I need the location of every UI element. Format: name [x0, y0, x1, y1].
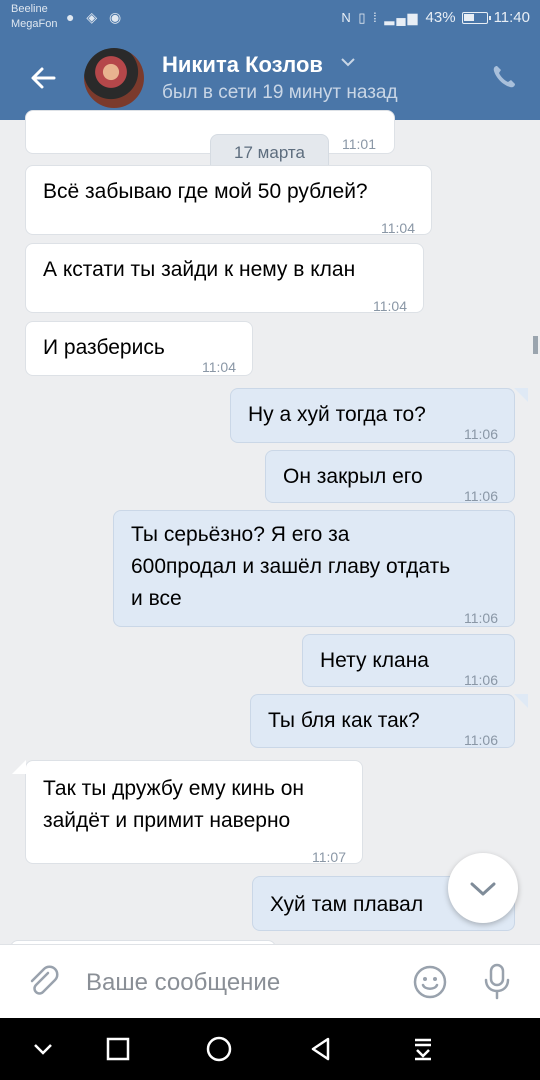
message-time: 11:06	[464, 488, 498, 504]
message-text: Всё забываю где мой 50 рублей?	[43, 180, 368, 203]
message-outgoing[interactable]: Ну а хуй тогда то? 11:06	[230, 388, 515, 443]
avatar[interactable]	[84, 48, 144, 108]
message-text: И разберись	[43, 336, 165, 359]
message-text: Он закрыл его	[283, 465, 423, 488]
message-incoming[interactable]: Всё забываю где мой 50 рублей? 11:04	[25, 165, 432, 236]
message-time: 11:04	[373, 298, 407, 314]
scroll-down-icon	[470, 882, 496, 896]
message-text: Ну а хуй тогда то?	[248, 403, 426, 426]
message-text: Нету клана	[320, 649, 429, 672]
battery-percent: 43%	[425, 9, 456, 26]
message-time: 11:01	[342, 136, 376, 152]
emoji-button[interactable]	[412, 964, 448, 1000]
scrollbar[interactable]	[533, 336, 538, 354]
contact-name[interactable]: Никита Козлов	[162, 52, 323, 78]
message-text: Хуй там плавал	[270, 893, 424, 916]
signal-icons: N ▯ ⁞ ▂▄▆	[341, 9, 420, 25]
bubble-tail	[514, 388, 528, 402]
message-time: 11:06	[464, 672, 498, 688]
nav-home-icon[interactable]	[204, 1034, 234, 1064]
status-bar: Beeline MegaFon ● ◈ ◉ N ▯ ⁞ ▂▄▆ 43% 11:4…	[0, 0, 540, 36]
message-incoming[interactable]: А кстати ты зайди к нему в клан 11:04	[25, 243, 424, 314]
scroll-down-button[interactable]	[448, 853, 518, 923]
phone-icon	[493, 66, 515, 88]
message-text: А кстати ты зайди к нему в клан	[43, 258, 356, 281]
message-line: Так ты дружбу ему кинь он	[43, 777, 305, 800]
message-line: зайдёт и примит наверно	[43, 809, 291, 832]
bubble-tail	[514, 694, 528, 708]
voice-button[interactable]	[482, 963, 512, 1001]
carrier-names: Beeline MegaFon	[11, 2, 57, 32]
message-text: Так ты дружбу ему кинь он зайдёт и прими…	[43, 773, 304, 837]
message-time: 11:04	[202, 359, 236, 375]
message-outgoing[interactable]: Ты бля как так? 11:06	[250, 694, 515, 748]
message-text: Ты бля как так?	[268, 709, 420, 732]
nav-back-icon[interactable]	[306, 1034, 336, 1064]
microphone-icon	[484, 963, 510, 1000]
paperclip-icon	[30, 965, 59, 995]
message-input[interactable]: Ваше сообщение	[86, 969, 280, 997]
message-incoming[interactable]: Так ты дружбу ему кинь он зайдёт и прими…	[25, 760, 363, 865]
bubble-tail	[12, 760, 26, 774]
back-arrow-icon	[31, 67, 56, 89]
message-time: 11:06	[464, 732, 498, 748]
call-button[interactable]	[490, 63, 518, 91]
back-button[interactable]	[24, 58, 64, 98]
message-outgoing[interactable]: Ты серьёзно? Я его за 600продал и зашёл …	[113, 510, 515, 627]
message-time: 11:06	[464, 426, 498, 442]
notification-pulldown-icon[interactable]	[408, 1034, 438, 1064]
attach-button[interactable]	[24, 963, 60, 999]
message-text: Ты серьёзно? Я его за 600продал и зашёл …	[131, 519, 450, 615]
chevron-down-icon[interactable]	[28, 1034, 58, 1064]
last-seen-status: был в сети 19 минут назад	[162, 82, 398, 103]
message-composer: Ваше сообщение	[0, 944, 540, 1019]
message-line: и все	[131, 587, 182, 610]
message-outgoing[interactable]: Нету клана 11:06	[302, 634, 515, 688]
message-incoming[interactable]: И разберись 11:04	[25, 321, 253, 376]
carrier-1: Beeline	[11, 3, 48, 15]
chat-header: Никита Козлов был в сети 19 минут назад	[0, 36, 540, 120]
system-nav-bar	[0, 1018, 540, 1080]
nav-recents-icon[interactable]	[103, 1034, 133, 1064]
notification-icons: ● ◈ ◉	[66, 9, 126, 25]
message-time: 11:07	[312, 849, 346, 865]
status-right: N ▯ ⁞ ▂▄▆ 43% 11:40	[341, 9, 530, 26]
message-outgoing[interactable]: Он закрыл его 11:06	[265, 450, 515, 504]
clock: 11:40	[493, 9, 530, 26]
message-time: 11:04	[381, 220, 415, 236]
message-line: Ты серьёзно? Я его за	[131, 523, 350, 546]
chevron-down-icon[interactable]	[340, 56, 356, 68]
carrier-2: MegaFon	[11, 18, 58, 30]
emoji-icon	[413, 965, 447, 999]
message-line: 600продал и зашёл главу отдать	[131, 555, 451, 578]
battery-icon	[461, 11, 491, 24]
message-time: 11:06	[464, 610, 498, 626]
